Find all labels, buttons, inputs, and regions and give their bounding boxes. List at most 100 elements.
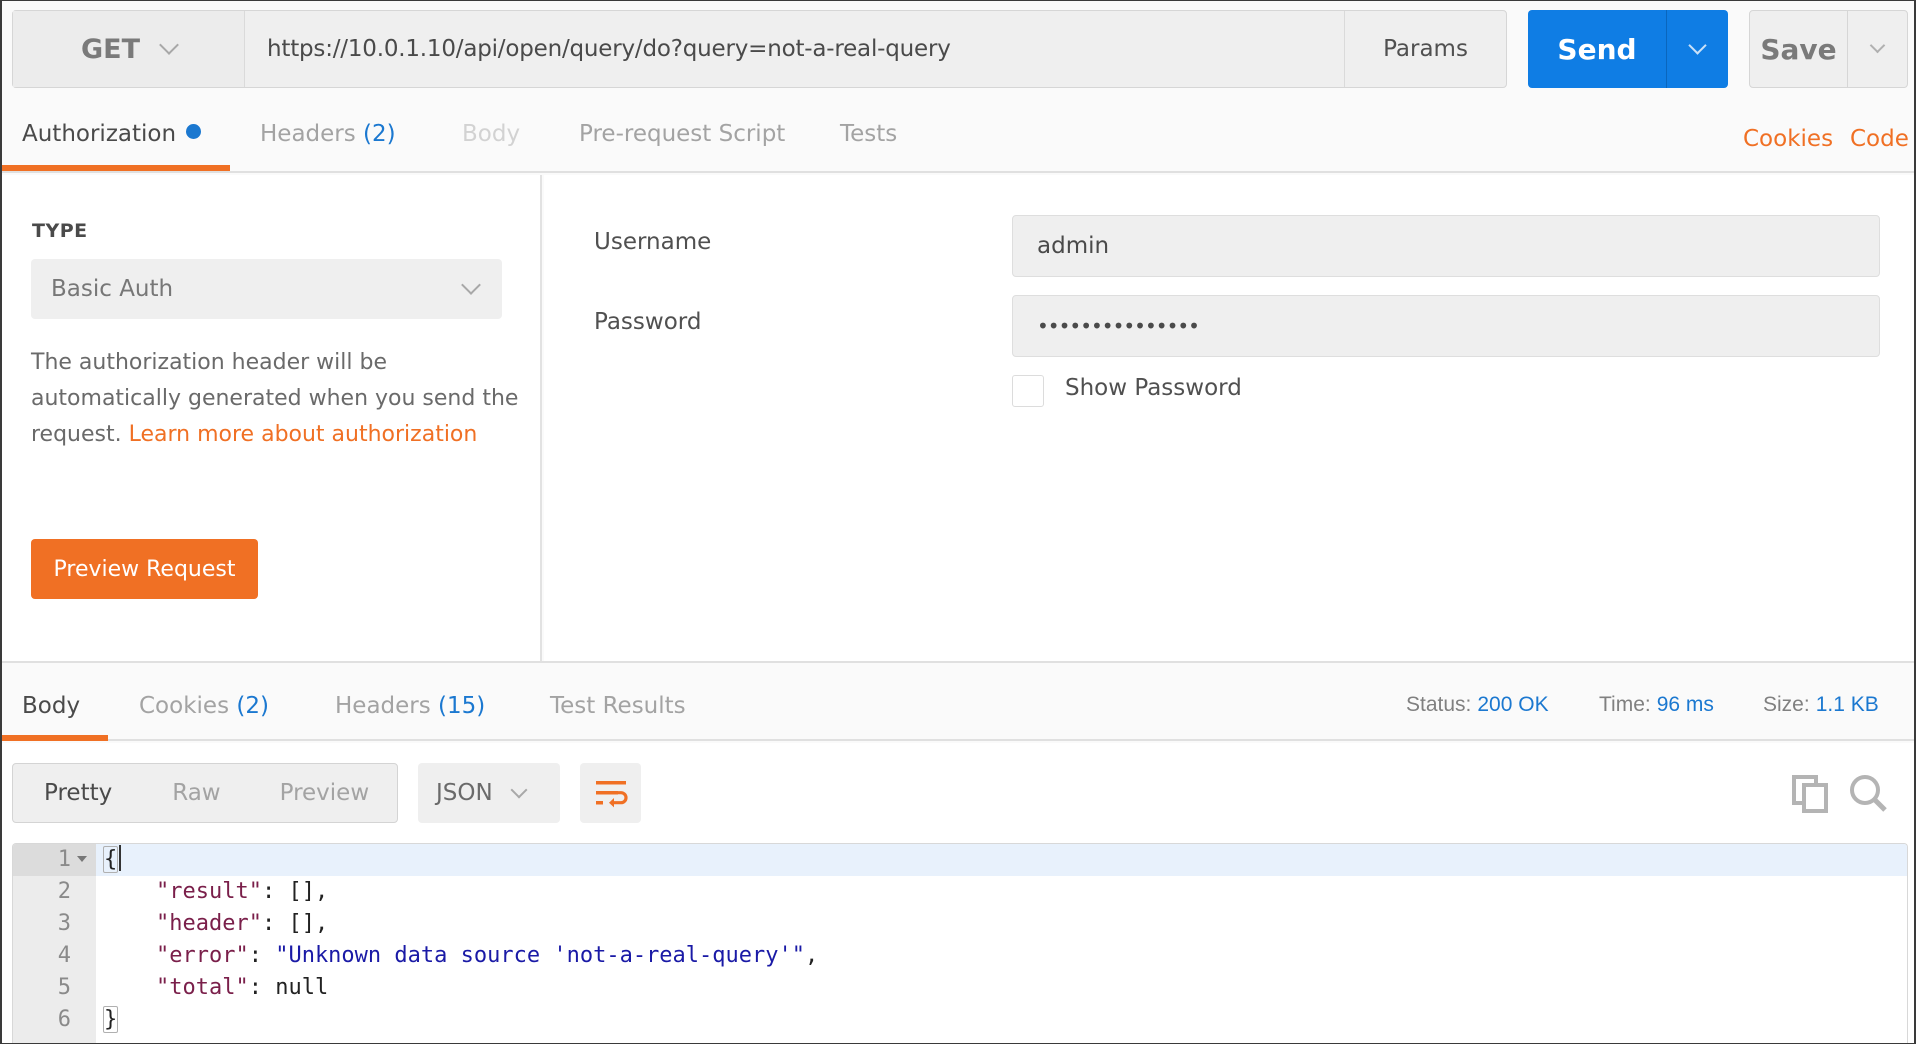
close-brace: } (103, 1006, 119, 1033)
code-line: "total": null (103, 972, 328, 1004)
password-field[interactable] (1012, 295, 1880, 357)
auth-description: The authorization header will be automat… (31, 345, 521, 453)
status-label: Status: (1406, 693, 1472, 716)
code-link[interactable]: Code (1850, 126, 1909, 152)
chevron-down-icon (510, 781, 528, 799)
json-trail: , (805, 943, 819, 968)
json-value: "Unknown data source 'not-a-real-query'" (275, 943, 806, 968)
tab-tests[interactable]: Tests (840, 121, 897, 147)
url-field-container (245, 11, 1344, 87)
text-cursor (119, 845, 122, 871)
view-mode-toggle: Pretty Raw Preview (12, 763, 398, 823)
tab-prerequest-script[interactable]: Pre-request Script (579, 121, 785, 147)
format-select[interactable]: JSON (418, 763, 560, 823)
response-tab-headers[interactable]: Headers (15) (335, 693, 485, 719)
view-raw[interactable]: Raw (172, 780, 220, 806)
auth-type-value: Basic Auth (51, 276, 174, 302)
active-tab-indicator (2, 165, 230, 171)
method-select[interactable]: GET (13, 11, 245, 87)
json-key: "error" (155, 943, 249, 968)
tab-body[interactable]: Body (462, 121, 520, 147)
active-line-highlight (96, 844, 1907, 876)
headers-count: (2) (363, 121, 396, 147)
json-separator: : (248, 975, 276, 1000)
search-icon (1850, 775, 1887, 812)
url-input[interactable] (267, 36, 1344, 62)
active-response-tab-indicator (2, 735, 108, 741)
request-tabs: Authorization Headers (2) Body Pre-reque… (2, 101, 1914, 173)
search-button[interactable] (1848, 773, 1888, 813)
show-password-label[interactable]: Show Password (1065, 375, 1242, 401)
response-tab-cookies[interactable]: Cookies (2) (139, 693, 269, 719)
wrap-lines-button[interactable] (580, 763, 641, 823)
open-brace: { (103, 846, 119, 873)
json-key: "total" (155, 975, 249, 1000)
json-separator: : (261, 879, 289, 904)
json-trail: , (314, 879, 329, 904)
response-tab-cookies-label: Cookies (139, 693, 230, 719)
auth-type-select[interactable]: Basic Auth (31, 259, 502, 319)
save-button[interactable]: Save (1750, 11, 1847, 87)
code-editor[interactable]: 1 2 3 4 5 6 { "result": [], "header": []… (12, 843, 1908, 1043)
code-line: "result": [], (103, 876, 328, 908)
save-options-dropdown[interactable] (1847, 11, 1907, 87)
cookies-link[interactable]: Cookies (1743, 126, 1833, 152)
chevron-down-icon (461, 275, 481, 295)
code-line: } (103, 1004, 119, 1036)
tab-authorization-label: Authorization (22, 121, 177, 147)
username-label: Username (594, 229, 712, 255)
json-key: "result" (155, 879, 262, 904)
time-label: Time: (1599, 693, 1651, 716)
auth-type-pane: TYPE Basic Auth The authorization header… (2, 175, 542, 661)
response-tab-headers-label: Headers (335, 693, 431, 719)
json-trail: , (314, 911, 329, 936)
code-line: "header": [], (103, 908, 328, 940)
json-value: [] (288, 879, 315, 904)
learn-more-link[interactable]: Learn more about authorization (129, 422, 478, 447)
time-value: 96 ms (1656, 693, 1714, 716)
preview-request-button[interactable]: Preview Request (31, 539, 258, 599)
wrap-lines-icon (595, 781, 628, 808)
chevron-down-icon (1869, 37, 1886, 53)
password-input[interactable] (1037, 314, 1879, 338)
send-button[interactable]: Send (1528, 10, 1666, 88)
response-cookies-count: (2) (236, 693, 269, 719)
line-number: 2 (57, 879, 71, 904)
params-button[interactable]: Params (1344, 11, 1506, 87)
send-options-dropdown[interactable] (1666, 10, 1728, 88)
method-value: GET (80, 33, 141, 65)
chevron-down-icon (159, 35, 179, 55)
send-button-group: Send (1528, 10, 1728, 88)
line-number: 6 (57, 1007, 71, 1032)
size-value: 1.1 KB (1815, 693, 1879, 716)
json-key: "header" (155, 911, 262, 936)
save-button-group: Save (1749, 10, 1908, 88)
format-value: JSON (436, 780, 493, 806)
json-separator: : (248, 943, 276, 968)
response-tab-body[interactable]: Body (22, 693, 80, 719)
line-number: 4 (57, 943, 71, 968)
show-password-checkbox[interactable] (1012, 375, 1044, 407)
tab-authorization[interactable]: Authorization (22, 121, 202, 147)
line-number: 3 (57, 911, 71, 936)
view-preview[interactable]: Preview (280, 780, 370, 806)
fold-arrow-icon[interactable] (77, 856, 87, 862)
chevron-down-icon (1688, 35, 1707, 55)
tab-headers[interactable]: Headers (2) (260, 121, 396, 147)
copy-button[interactable] (1791, 773, 1831, 813)
response-tab-test-results[interactable]: Test Results (550, 693, 686, 719)
response-size: Size: 1.1 KB (1763, 693, 1879, 717)
response-headers-count: (15) (438, 693, 486, 719)
username-input[interactable] (1037, 233, 1879, 259)
username-field[interactable] (1012, 215, 1880, 277)
line-number: 1 (57, 847, 71, 872)
status-value: 200 OK (1477, 693, 1549, 716)
line-number: 5 (57, 975, 71, 1000)
view-pretty[interactable]: Pretty (44, 780, 112, 806)
type-label: TYPE (32, 220, 88, 242)
password-label: Password (594, 309, 702, 335)
json-value: [] (288, 911, 315, 936)
copy-icon (1792, 775, 1828, 813)
